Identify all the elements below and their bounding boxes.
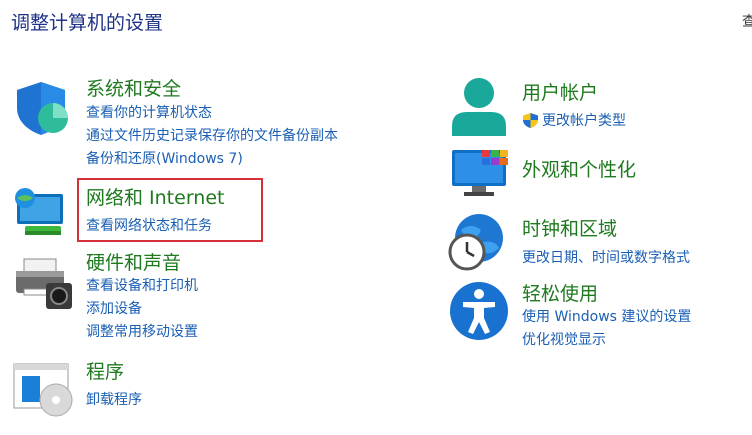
- link-uninstall-program[interactable]: 卸载程序: [86, 389, 142, 409]
- clock-globe-icon[interactable]: [447, 212, 509, 272]
- category-title-ease-of-access[interactable]: 轻松使用: [522, 279, 598, 306]
- link-change-account-type[interactable]: 更改帐户类型: [522, 110, 626, 130]
- link-change-account-type-label: 更改帐户类型: [542, 113, 626, 129]
- link-mobility-settings[interactable]: 调整常用移动设置: [86, 321, 198, 341]
- link-devices-printers[interactable]: 查看设备和打印机: [86, 275, 198, 295]
- programs-icon[interactable]: [12, 360, 74, 418]
- accessibility-icon[interactable]: [448, 280, 510, 342]
- category-title-programs[interactable]: 程序: [86, 357, 124, 384]
- user-icon[interactable]: [449, 76, 509, 138]
- category-title-hardware-sound[interactable]: 硬件和声音: [86, 248, 181, 275]
- category-title-clock-region[interactable]: 时钟和区域: [522, 214, 617, 241]
- link-backup-restore[interactable]: 备份和还原(Windows 7): [86, 148, 243, 168]
- category-title-system-security[interactable]: 系统和安全: [86, 74, 181, 101]
- highlight-box: [77, 178, 263, 242]
- printer-icon[interactable]: [12, 255, 74, 311]
- link-file-history-backup[interactable]: 通过文件历史记录保存你的文件备份副本: [86, 125, 338, 145]
- category-title-user-accounts[interactable]: 用户帐户: [522, 78, 598, 105]
- appearance-icon[interactable]: [450, 148, 512, 198]
- link-optimize-visual-display[interactable]: 优化视觉显示: [522, 329, 606, 349]
- view-by-label[interactable]: 查: [742, 11, 752, 31]
- link-view-computer-status[interactable]: 查看你的计算机状态: [86, 102, 212, 122]
- uac-shield-icon: [523, 112, 538, 128]
- link-windows-suggested-settings[interactable]: 使用 Windows 建议的设置: [522, 306, 691, 326]
- category-title-appearance[interactable]: 外观和个性化: [522, 155, 636, 182]
- network-icon[interactable]: [11, 182, 71, 240]
- link-add-device[interactable]: 添加设备: [86, 298, 142, 318]
- page-title: 调整计算机的设置: [11, 12, 164, 34]
- link-change-date-time-format[interactable]: 更改日期、时间或数字格式: [522, 247, 690, 267]
- shield-icon[interactable]: [13, 80, 71, 136]
